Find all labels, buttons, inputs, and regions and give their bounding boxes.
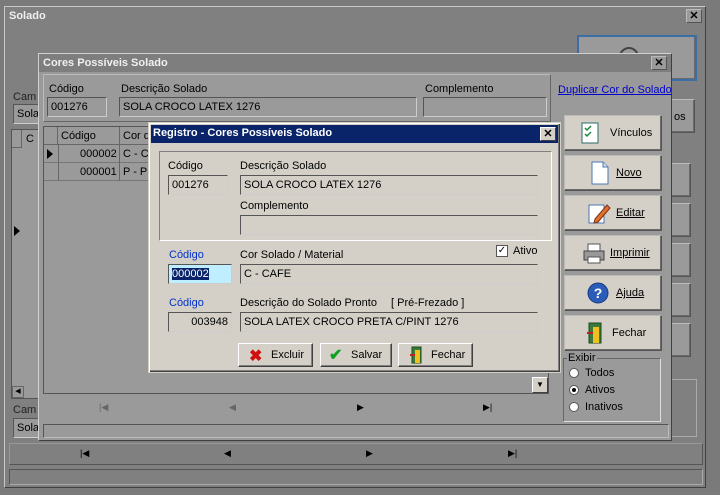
cores-complemento-label: Complemento: [425, 83, 494, 95]
cores-nav-bar: |◀ ◀ ▶ ▶|: [43, 398, 549, 420]
registro-pronto-label: Descrição do Solado Pronto: [240, 297, 377, 309]
solado-nav-bar: |◀ ◀ ▶ ▶|: [9, 443, 703, 465]
help-icon: ?: [587, 282, 609, 304]
cores-row-codigo: 000001: [80, 166, 117, 178]
edit-icon: [588, 204, 611, 224]
registro-complemento-field[interactable]: [240, 215, 538, 235]
cores-nav-prev[interactable]: ◀: [229, 402, 236, 413]
registro-titlebar: Registro - Cores Possíveis Solado ✕: [151, 125, 558, 143]
imprimir-button[interactable]: Imprimir: [564, 235, 662, 271]
novo-button[interactable]: Novo: [564, 155, 662, 191]
registro-fechar-button[interactable]: Fechar: [398, 343, 473, 367]
exibir-label-ativos: Ativos: [585, 384, 615, 396]
registro-descricao-field[interactable]: SOLA CROCO LATEX 1276: [240, 175, 538, 195]
table-row[interactable]: 000001 P - PR: [44, 163, 160, 181]
cores-codigo-field[interactable]: 001276: [47, 97, 107, 117]
cores-codigo-label: Código: [49, 83, 84, 95]
vinculos-icon: [581, 122, 599, 144]
registro-cor-label: Cor Solado / Material: [240, 249, 344, 261]
solado-status-bar: [9, 469, 703, 485]
cores-grid-header-codigo[interactable]: Código: [58, 127, 120, 145]
fechar-label: Fechar: [612, 327, 647, 339]
registro-codigo3-field[interactable]: 003948: [168, 312, 232, 332]
exibir-label-todos: Todos: [585, 367, 615, 379]
cores-complemento-field[interactable]: [423, 97, 547, 117]
fechar-button[interactable]: Fechar: [564, 315, 662, 351]
editar-label: Editar: [616, 207, 645, 219]
exibir-title: Exibir: [567, 352, 597, 364]
solado-grid[interactable]: C ◀: [11, 129, 39, 399]
registro-fechar-label: Fechar: [431, 349, 466, 361]
cores-descricao-label: Descrição Solado: [121, 83, 208, 95]
cam-field-2[interactable]: Sola: [13, 418, 41, 438]
solado-close-button[interactable]: ✕: [686, 9, 702, 23]
salvar-button[interactable]: ✔ Salvar: [320, 343, 392, 367]
registro-codigo2-label: Código: [169, 249, 204, 261]
printer-icon: [583, 243, 605, 264]
cores-descricao-field[interactable]: SOLA CROCO LATEX 1276: [119, 97, 417, 117]
solado-nav-last[interactable]: ▶|: [508, 448, 517, 459]
registro-ativo-label: Ativo: [513, 245, 538, 257]
exibir-radio-inativos[interactable]: [569, 402, 579, 412]
registro-pronto-field[interactable]: SOLA LATEX CROCO PRETA C/PINT 1276: [240, 312, 538, 332]
ajuda-button[interactable]: ? Ajuda: [564, 275, 662, 311]
editar-button[interactable]: Editar: [564, 195, 662, 231]
cores-nav-first[interactable]: |◀: [99, 402, 108, 413]
row-pointer-icon: [14, 226, 20, 236]
cores-close-button[interactable]: ✕: [651, 56, 667, 70]
registro-codigo3-label: Código: [169, 297, 204, 309]
registro-codigo-field[interactable]: 001276: [168, 175, 228, 195]
exibir-radio-todos[interactable]: [569, 368, 579, 378]
salvar-icon: ✔: [329, 347, 343, 364]
exibir-radio-ativos[interactable]: [569, 385, 579, 395]
vinculos-label: Vínculos: [610, 127, 653, 139]
solado-nav-first[interactable]: |◀: [80, 448, 89, 459]
registro-cor-field[interactable]: C - CAFE: [240, 264, 538, 284]
exit-door-icon: [587, 322, 602, 344]
solado-title: Solado: [9, 10, 46, 22]
registro-codigo-label: Código: [168, 160, 203, 172]
cores-nav-last[interactable]: ▶|: [483, 402, 492, 413]
row-pointer-icon: [47, 149, 53, 159]
solado-side-button-label: os: [674, 111, 686, 123]
vinculos-button[interactable]: Vínculos: [564, 115, 662, 151]
registro-codigo2-value: 000002: [172, 268, 209, 280]
excluir-button[interactable]: ✖ Excluir: [238, 343, 313, 367]
cam-field-1[interactable]: Sola: [13, 104, 41, 124]
registro-ativo-checkbox[interactable]: ✓: [496, 245, 508, 257]
novo-label: Novo: [616, 167, 642, 179]
registro-codigo2-field[interactable]: 000002: [168, 264, 232, 284]
svg-text:?: ?: [594, 285, 603, 301]
excluir-label: Excluir: [271, 349, 305, 361]
registro-descricao-label: Descrição Solado: [240, 160, 327, 172]
registro-prefrezado-label: [ Pré-Frezado ]: [391, 297, 465, 309]
new-document-icon: [591, 161, 609, 185]
cores-grid-vscroll-down[interactable]: ▼: [532, 377, 548, 393]
registro-title: Registro - Cores Possíveis Solado: [153, 127, 333, 139]
registro-close-button[interactable]: ✕: [540, 127, 556, 141]
registro-dialog: Registro - Cores Possíveis Solado ✕ Códi…: [148, 122, 561, 373]
registro-complemento-label: Complemento: [240, 200, 309, 212]
cores-status-bar: [43, 424, 669, 438]
excluir-icon: ✖: [249, 348, 263, 365]
solado-grid-header: C: [26, 133, 34, 145]
cam-label-1: Cam: [13, 91, 37, 103]
cores-nav-next[interactable]: ▶: [357, 402, 364, 413]
ajuda-label: Ajuda: [616, 287, 645, 299]
exibir-label-inativos: Inativos: [585, 401, 623, 413]
solado-nav-prev[interactable]: ◀: [224, 448, 231, 459]
solado-nav-next[interactable]: ▶: [366, 448, 373, 459]
exit-door-icon: [410, 346, 422, 364]
duplicar-cor-link[interactable]: Duplicar Cor do Solado: [558, 84, 672, 96]
table-row[interactable]: 000002 C - CA: [44, 145, 160, 163]
salvar-label: Salvar: [351, 349, 383, 361]
cores-row-codigo: 000002: [80, 148, 117, 160]
cores-title: Cores Possíveis Solado: [39, 54, 671, 72]
cam-label-2: Cam: [13, 404, 37, 416]
imprimir-label: Imprimir: [610, 247, 650, 259]
grid-hscroll-left[interactable]: ◀: [12, 386, 24, 398]
